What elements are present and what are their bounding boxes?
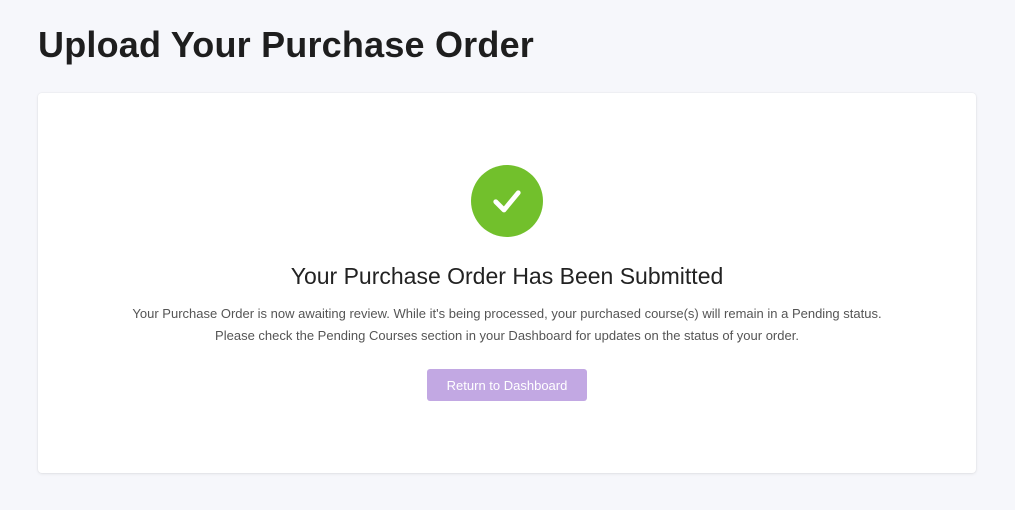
- message-line-1: Your Purchase Order is now awaiting revi…: [132, 306, 882, 321]
- confirmation-heading: Your Purchase Order Has Been Submitted: [290, 263, 724, 289]
- page-title: Upload Your Purchase Order: [38, 24, 534, 65]
- message-line-2: Please check the Pending Courses section…: [215, 328, 799, 343]
- confirmation-card: Your Purchase Order Has Been Submitted Y…: [38, 93, 976, 473]
- confirmation-message: Your Purchase Order is now awaiting revi…: [38, 303, 976, 347]
- return-to-dashboard-button[interactable]: Return to Dashboard: [427, 369, 587, 401]
- checkmark-icon: [493, 190, 521, 213]
- check-circle-icon: [471, 165, 543, 237]
